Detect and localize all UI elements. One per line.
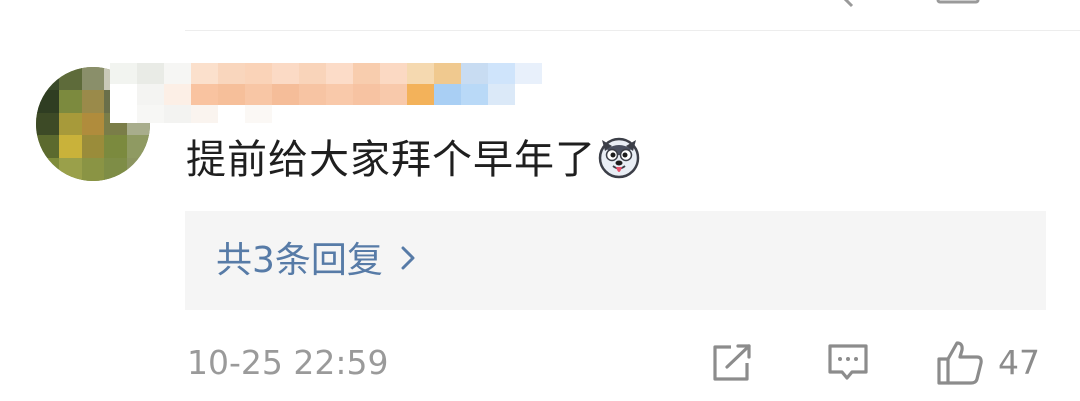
username-blurred[interactable] — [110, 63, 542, 123]
view-replies-link[interactable]: 共3条回复 — [216, 239, 415, 283]
like-count: 47 — [998, 343, 1040, 382]
comment-card: 提前给大家拜个早年了 共3条回复 10-25 22:59 47 — [0, 0, 1080, 401]
share-icon — [713, 344, 751, 381]
comment-button[interactable] — [826, 340, 870, 386]
replies-count-label: 共3条回复 — [216, 240, 383, 281]
like-button[interactable]: 47 — [936, 340, 1040, 386]
divider — [185, 30, 1080, 31]
thumbs-up-icon — [937, 341, 983, 385]
share-button[interactable] — [711, 340, 755, 386]
comment-timestamp: 10-25 22:59 — [187, 343, 389, 382]
husky-dog-emoji-icon — [598, 137, 640, 179]
replies-panel[interactable]: 共3条回复 — [185, 211, 1046, 310]
comment-icon — [828, 344, 868, 380]
comment-body: 提前给大家拜个早年了 — [186, 137, 596, 183]
comment-text: 提前给大家拜个早年了 — [186, 133, 640, 187]
chevron-right-icon — [401, 246, 415, 270]
previous-item-actions — [843, 0, 980, 8]
